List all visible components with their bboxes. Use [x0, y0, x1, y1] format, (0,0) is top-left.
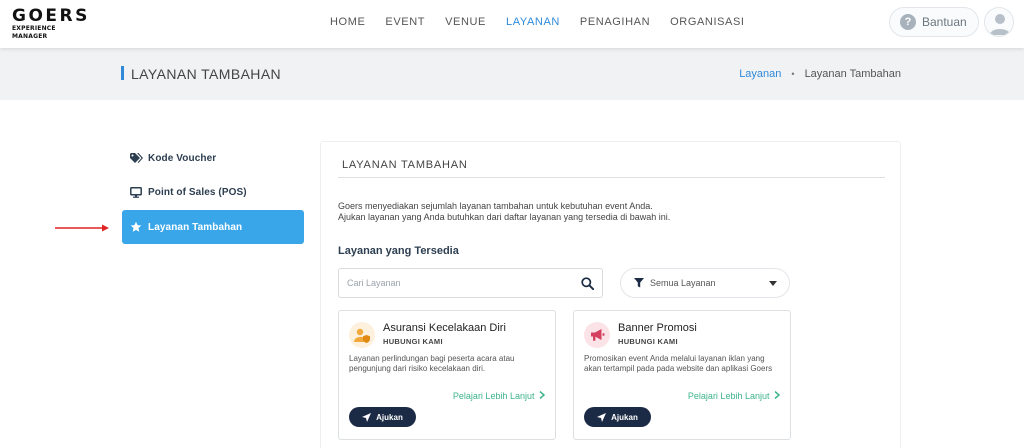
logo-subtitle: EXPERIENCE MANAGER: [12, 25, 56, 40]
learn-more-link[interactable]: Pelajari Lebih Lanjut: [452, 390, 546, 401]
filter-icon: [634, 278, 644, 288]
top-header: GOERS EXPERIENCE MANAGER HOME EVENT VENU…: [0, 0, 1024, 48]
card-divider: [338, 177, 885, 178]
help-label: Bantuan: [922, 15, 967, 29]
breadcrumb-link-layanan[interactable]: Layanan: [739, 68, 781, 80]
service-description: Promosikan event Anda melalui layanan ik…: [584, 354, 773, 373]
layanan-tambahan-card: LAYANAN TAMBAHAN Goers menyediakan sejum…: [320, 141, 901, 448]
question-circle-icon: ?: [900, 14, 916, 30]
search-input[interactable]: [339, 269, 569, 297]
tags-icon: [129, 151, 143, 165]
page-title: LAYANAN TAMBAHAN: [131, 66, 282, 82]
service-filter-select[interactable]: Semua Layanan: [620, 268, 790, 298]
chevron-down-icon: [769, 281, 777, 286]
nav-home[interactable]: HOME: [330, 16, 365, 28]
sidebar-item-label: Kode Voucher: [148, 152, 217, 164]
user-icon: [990, 14, 1010, 35]
breadcrumb-current: Layanan Tambahan: [804, 68, 901, 80]
main-nav: HOME EVENT VENUE LAYANAN PENAGIHAN ORGAN…: [330, 16, 765, 28]
sidebar-item-label: Point of Sales (POS): [148, 186, 247, 198]
nav-layanan[interactable]: LAYANAN: [506, 16, 560, 28]
ajukan-button[interactable]: Ajukan: [584, 407, 651, 427]
service-name: Banner Promosi: [618, 322, 697, 334]
logo-brand: GOERS: [12, 6, 90, 26]
chevron-right-icon: [774, 390, 781, 400]
service-contact-label: HUBUNGI KAMI: [383, 337, 443, 346]
service-card-asuransi: Asuransi Kecelakaan Diri HUBUNGI KAMI La…: [338, 310, 556, 440]
intro-line-2: Ajukan layanan yang Anda butuhkan dari d…: [338, 212, 671, 222]
intro-text: Goers menyediakan sejumlah layanan tamba…: [338, 201, 670, 223]
user-avatar[interactable]: [984, 7, 1014, 37]
send-icon: [362, 412, 372, 422]
intro-line-1: Goers menyediakan sejumlah layanan tamba…: [338, 201, 653, 211]
user-shield-icon: [349, 322, 375, 348]
nav-event[interactable]: EVENT: [385, 16, 425, 28]
learn-more-label: Pelajari Lebih Lanjut: [452, 391, 535, 401]
chevron-right-icon: [539, 390, 546, 400]
learn-more-link[interactable]: Pelajari Lebih Lanjut: [687, 390, 781, 401]
megaphone-icon: [584, 322, 610, 348]
search-box: [338, 268, 603, 298]
section-heading: Layanan yang Tersedia: [338, 245, 459, 257]
ajukan-label: Ajukan: [611, 412, 638, 422]
search-icon[interactable]: [581, 277, 594, 290]
service-name: Asuransi Kecelakaan Diri: [383, 322, 506, 334]
nav-organisasi[interactable]: ORGANISASI: [670, 16, 744, 28]
nav-penagihan[interactable]: PENAGIHAN: [580, 16, 650, 28]
help-button[interactable]: ? Bantuan: [889, 7, 979, 37]
service-card-banner-promosi: Banner Promosi HUBUNGI KAMI Promosikan e…: [573, 310, 791, 440]
sidebar-item-kode-voucher[interactable]: Kode Voucher: [122, 141, 304, 175]
sidebar-item-label: Layanan Tambahan: [148, 221, 243, 233]
breadcrumb-separator: •: [791, 69, 795, 79]
sidebar-item-layanan-tambahan[interactable]: Layanan Tambahan: [122, 210, 304, 244]
title-accent-bar: [121, 66, 124, 80]
service-contact-label: HUBUNGI KAMI: [618, 337, 678, 346]
learn-more-label: Pelajari Lebih Lanjut: [687, 391, 770, 401]
filter-selected-value: Semua Layanan: [650, 278, 716, 288]
page-title-band: LAYANAN TAMBAHAN Layanan • Layanan Tamba…: [0, 48, 1024, 100]
monitor-icon: [129, 185, 143, 199]
send-icon: [597, 412, 607, 422]
nav-venue[interactable]: VENUE: [445, 16, 486, 28]
ajukan-button[interactable]: Ajukan: [349, 407, 416, 427]
star-icon: [129, 220, 143, 234]
ajukan-label: Ajukan: [376, 412, 403, 422]
service-description: Layanan perlindungan bagi peserta acara …: [349, 354, 515, 373]
goers-logo[interactable]: GOERS EXPERIENCE MANAGER: [12, 6, 90, 41]
card-title: LAYANAN TAMBAHAN: [342, 159, 468, 171]
breadcrumb: Layanan • Layanan Tambahan: [739, 68, 901, 80]
sidebar-item-pos[interactable]: Point of Sales (POS): [122, 175, 304, 209]
red-arrow-icon: [55, 224, 109, 232]
